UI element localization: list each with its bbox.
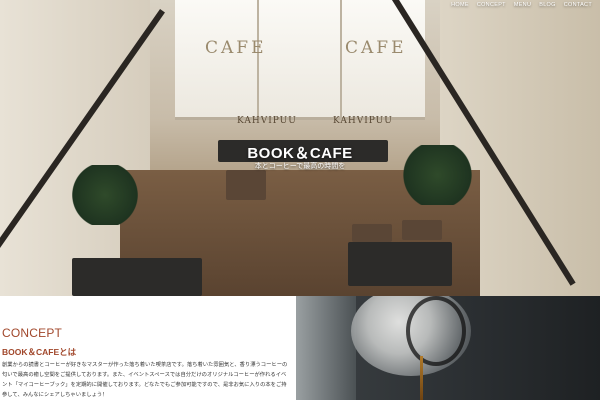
nav-contact[interactable]: CONTACT (564, 2, 592, 8)
top-nav: HOME CONCEPT MENU BLOG CONTACT (451, 2, 592, 8)
nav-concept[interactable]: CONCEPT (477, 2, 506, 8)
hero-tagline: 本とコーヒーで最高の時間を (254, 162, 346, 170)
hero-banner: CAFE CAFE KAHVIPUU KAHVIPUU BOOK＆CAFE 本と… (0, 0, 600, 296)
window-pane (340, 0, 342, 120)
window-pane (257, 0, 259, 120)
hero-chair (226, 170, 266, 200)
concept-section: CONCEPT BOOK＆CAFEとは 創業からの読書とコーヒーが好きなマスター… (0, 296, 296, 400)
hero-table (348, 242, 452, 286)
nav-home[interactable]: HOME (451, 2, 469, 8)
window-sign-right: CAFE (345, 38, 407, 58)
hero-chair (402, 220, 442, 240)
photo-coffee-drip (420, 356, 423, 400)
hero-plant (70, 165, 140, 225)
concept-heading: CONCEPT (2, 326, 63, 340)
hero-chair (352, 224, 392, 242)
nav-blog[interactable]: BLOG (539, 2, 555, 8)
window-kahvi-right: KAHVIPUU (333, 116, 393, 126)
window-sign-left: CAFE (205, 38, 267, 58)
hero-brand-title: BOOK＆CAFE (247, 145, 353, 162)
coffee-drip-photo (296, 296, 600, 400)
window-kahvi-left: KAHVIPUU (237, 116, 297, 126)
hero-window: CAFE CAFE KAHVIPUU KAHVIPUU (175, 0, 425, 126)
concept-subheading: BOOK＆CAFEとは (2, 347, 77, 357)
photo-dripper-ring (406, 296, 466, 366)
hero-table (72, 258, 202, 296)
nav-menu[interactable]: MENU (514, 2, 531, 8)
photo-glass-shine (296, 296, 356, 400)
concept-body: 創業からの読書とコーヒーが好きなマスターが作った落ち着いた喫茶店です。落ち着いた… (2, 362, 288, 398)
